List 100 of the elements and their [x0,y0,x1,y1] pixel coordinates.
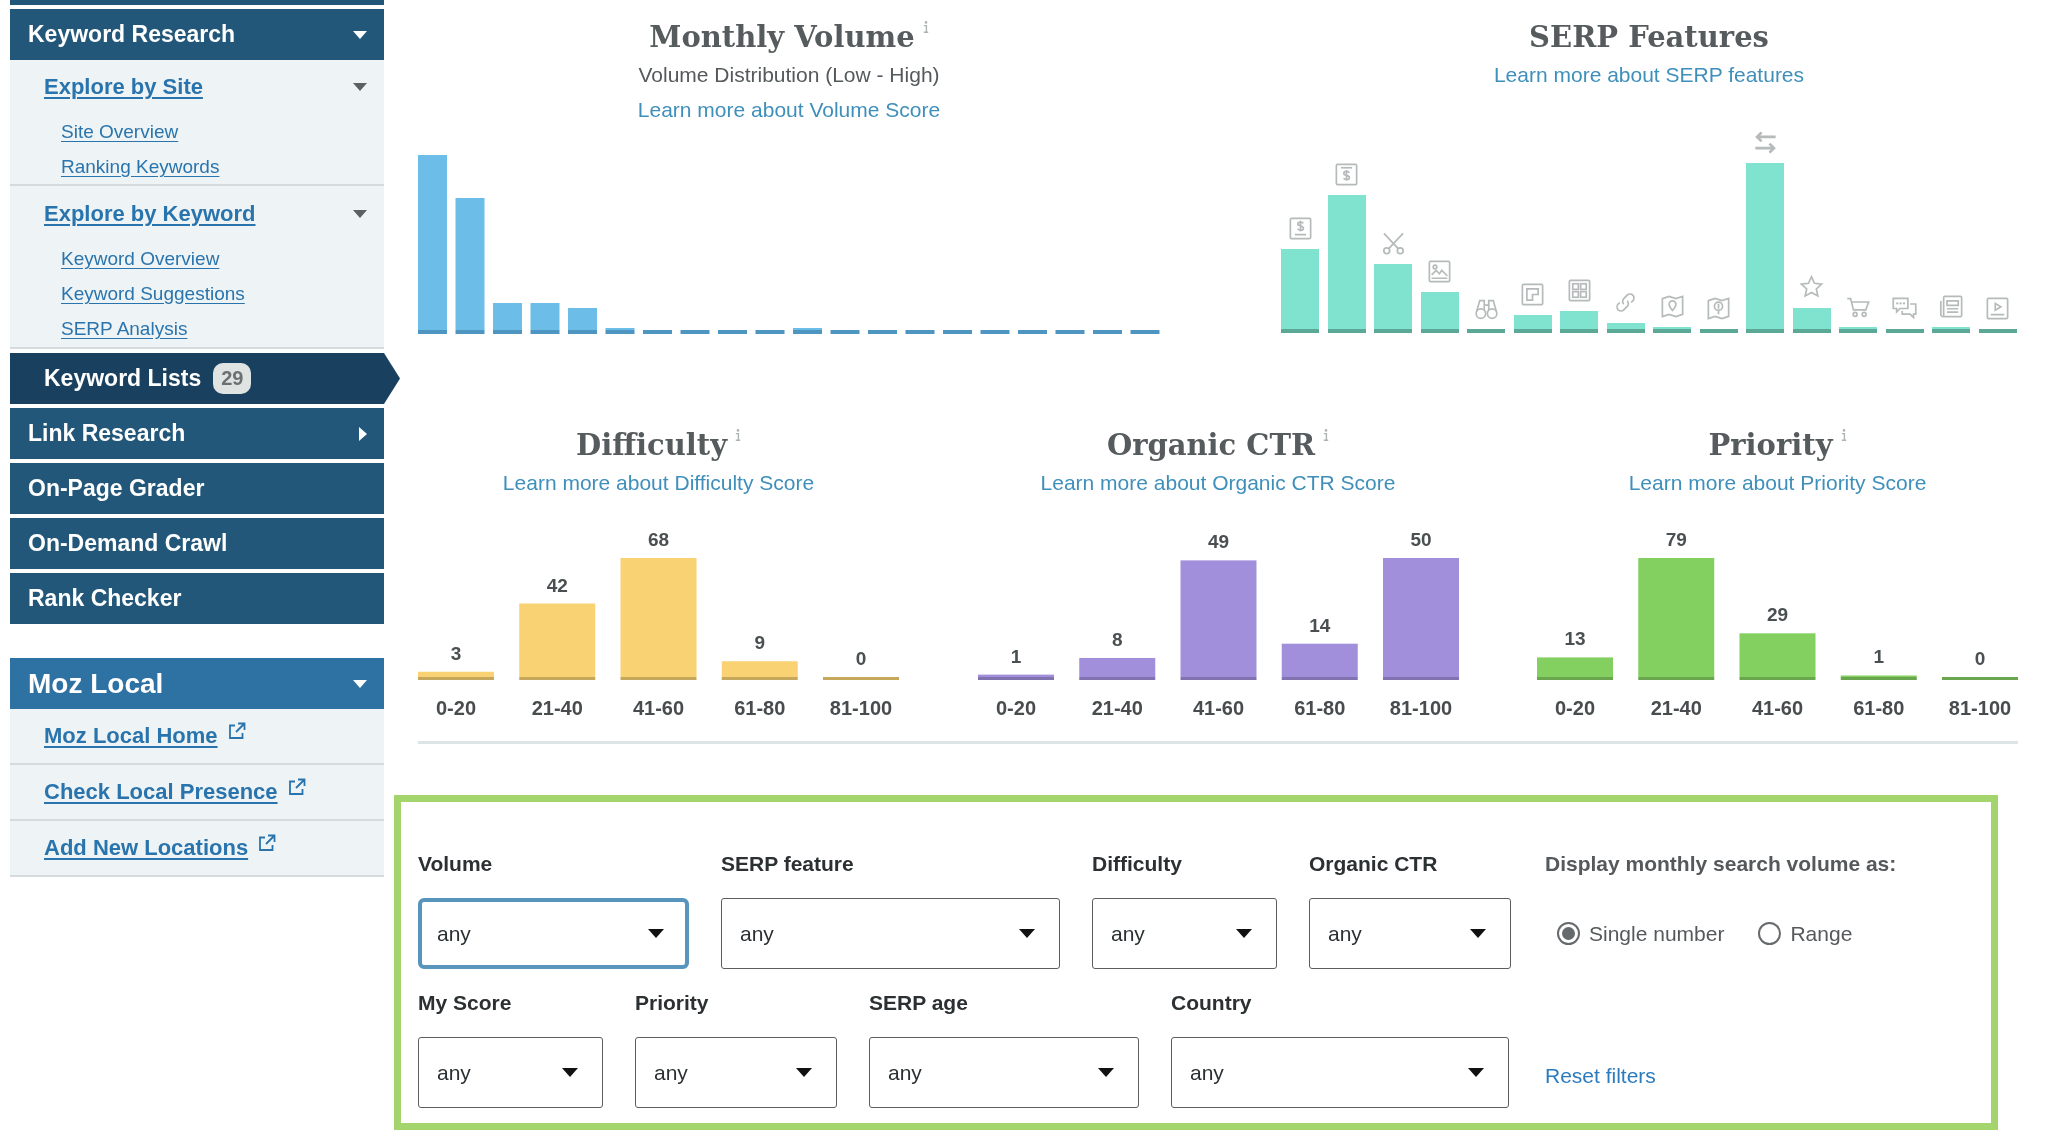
data-label: 49 [1207,531,1229,553]
caret-icon [1468,1068,1484,1077]
caret-icon [1098,1068,1114,1077]
dropdown[interactable]: any [1309,898,1511,969]
newspaper-icon [1937,293,1965,320]
dropdown[interactable]: any [1092,898,1277,969]
learn-more-link[interactable]: Learn more about Volume Score [637,98,941,121]
caret-down-icon[interactable] [353,210,367,218]
data-label: 9 [754,632,766,654]
nav-link[interactable]: Keyword Overview [61,241,220,276]
video-play-icon [1984,295,2011,322]
caret-icon [1470,929,1486,938]
axis-label: 21-40 [1650,697,1702,719]
axis-label: 0-20 [995,697,1036,719]
caret-icon [562,1068,578,1077]
chart-subtitle: Volume Distribution (Low - High) [638,63,940,86]
nav-link[interactable]: Explore by Keyword [44,201,256,227]
caret-icon [1236,929,1252,938]
data-label: 68 [647,529,670,550]
data-label: 8 [1111,628,1123,650]
count-badge: 29 [213,363,252,394]
chat-bubbles-icon [1891,295,1918,322]
nav-link[interactable]: Explore by Site [44,74,203,100]
filter-label: Priority [635,990,709,1016]
dropdown[interactable]: any [721,898,1060,969]
nav-link[interactable]: Ranking Keywords [61,149,220,184]
data-label: 0 [1974,648,1986,669]
filter-label: SERP feature [721,851,854,877]
data-label: 79 [1665,529,1687,550]
radio-button[interactable] [1557,922,1580,945]
data-label: 0 [855,648,867,669]
caret-icon [648,929,664,938]
chart-title: Monthly Volume [649,19,915,56]
chart-bar [1420,292,1459,333]
nav-section-header[interactable]: Keyword Research [10,9,384,60]
axis-label: 0-20 [1555,697,1595,719]
filter-label: Country [1171,990,1252,1016]
layout-icon [1519,281,1546,308]
data-label: 29 [1766,604,1789,626]
chart-bar [1374,264,1412,333]
chart-title: Difficulty [576,427,727,464]
radio-label[interactable]: Single number [1589,921,1725,946]
learn-more-link[interactable]: Learn more about SERP features [1493,63,1805,86]
axis-label: 61-80 [734,697,786,719]
axis-label: 81-100 [1389,697,1452,719]
nav-section-header[interactable]: Moz Local [10,658,384,709]
caret-icon [1019,929,1035,938]
learn-more-link[interactable]: Learn more about Organic CTR Score [1040,471,1396,494]
chart-bar [1932,327,1970,333]
data-label: 1 [1873,646,1885,668]
radio-button[interactable] [1758,922,1782,945]
chart-bar [1513,315,1552,333]
dropdown[interactable]: any [418,1037,603,1108]
data-label: 1 [1010,645,1021,667]
nav-item[interactable]: Rank Checker [10,573,384,624]
nav-link[interactable]: SERP Analysis [61,311,188,346]
axis-label: 21-40 [531,697,583,719]
nav-link[interactable]: Keyword Suggestions [61,276,245,311]
filter-label: SERP age [869,990,968,1016]
dropdown[interactable]: any [1171,1037,1509,1108]
filter-label: Display monthly search volume as: [1545,851,1898,877]
chart-bar [1839,327,1877,333]
nav-section-header[interactable]: Link Research [10,408,384,459]
nav-item[interactable]: Keyword Lists 29 [10,353,400,404]
data-label: 42 [546,574,568,596]
nav-item[interactable]: On-Demand Crawl [10,518,384,569]
chart-bar [1699,329,1738,333]
filter-label: Difficulty [1092,851,1182,877]
axis-label: 61-80 [1293,697,1345,719]
learn-more-link[interactable]: Learn more about Priority Score [1628,471,1927,494]
radio-label[interactable]: Range [1790,921,1853,946]
chart-bar [1467,329,1505,333]
dollar-box-icon [1333,161,1360,188]
filter-label: Volume [418,851,493,877]
axis-label: 21-40 [1091,697,1143,719]
axis-label: 81-100 [829,697,893,719]
chart-bar [1560,311,1598,333]
axis-label: 0-20 [436,697,476,719]
filter-label: Organic CTR [1309,851,1438,877]
nav-item[interactable]: On-Page Grader [10,463,384,514]
reset-filters-link[interactable]: Reset filters [1545,1064,1656,1087]
chart-bar [1653,327,1691,333]
chart-title: SERP Features [1529,19,1769,56]
learn-more-link[interactable]: Learn more about Difficulty Score [502,471,815,494]
axis-label: 61-80 [1853,697,1905,719]
caret-down-icon[interactable] [353,83,367,91]
axis-label: 41-60 [1192,697,1244,719]
chart-bar [1792,308,1831,333]
dropdown[interactable]: any [418,898,689,969]
data-label: 3 [450,642,462,664]
chart-bar [1978,329,2017,333]
map-icon [1705,295,1732,322]
filter-label: My Score [418,990,512,1016]
chart-bar [1885,329,1924,333]
dropdown[interactable]: any [635,1037,837,1108]
axis-label: 81-100 [1948,697,2012,719]
data-label: 13 [1564,628,1586,650]
data-label: 14 [1308,614,1330,636]
dropdown[interactable]: any [869,1037,1139,1108]
nav-link[interactable]: Site Overview [61,114,179,149]
